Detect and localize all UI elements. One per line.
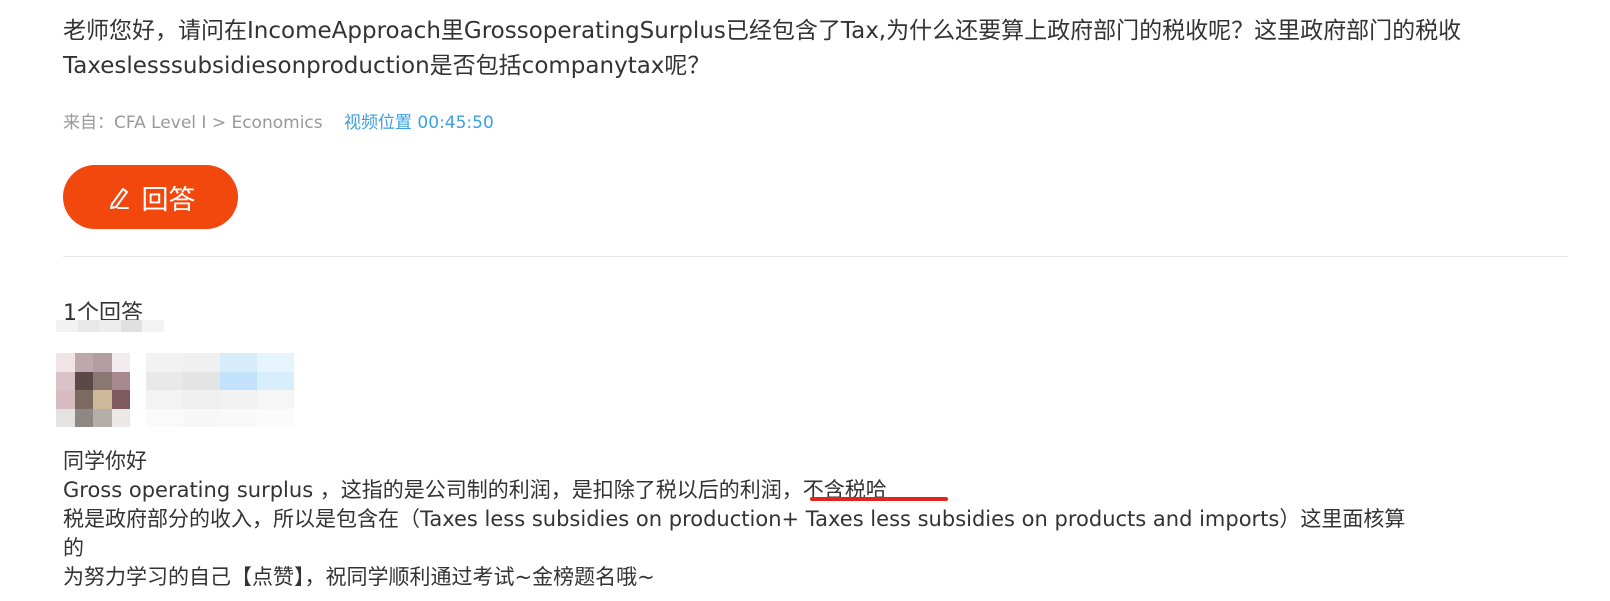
video-position-link[interactable]: 视频位置 00:45:50 [344, 113, 494, 133]
pen-icon [106, 184, 132, 210]
question-text: 老师您好，请问在IncomeApproach里GrossoperatingSur… [63, 18, 1462, 79]
answer-line: 同学你好 [63, 449, 147, 473]
answer-line: Gross operating surplus ，这指的是公司制的利润，是扣除了… [63, 478, 887, 502]
answer-line: 为努力学习的自己【点赞】，祝同学顺利通过考试~金榜题名哦~ [63, 565, 655, 589]
blurred-overlay [56, 320, 164, 332]
answer-button[interactable]: 回答 [63, 165, 238, 229]
highlight-underline [810, 497, 948, 501]
answer-line: 税是政府部分的收入，所以是包含在（Taxes less subsidies on… [63, 507, 1406, 560]
answer-content: 同学你好 Gross operating surplus ，这指的是公司制的利润… [63, 447, 1423, 592]
qa-page: 老师您好，请问在IncomeApproach里GrossoperatingSur… [0, 0, 1610, 601]
answer-button-label: 回答 [141, 184, 196, 216]
answerer-name[interactable] [146, 353, 294, 427]
section-divider [63, 256, 1568, 257]
question-meta: 来自：CFA Level I > Economics 视频位置 00:45:50 [63, 112, 494, 134]
source-breadcrumb: 来自：CFA Level I > Economics [63, 113, 323, 133]
answerer-avatar[interactable] [56, 353, 130, 427]
